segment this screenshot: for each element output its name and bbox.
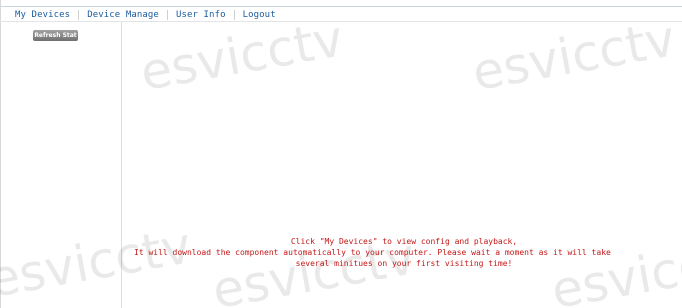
refresh-status-button[interactable]: Refresh Stat	[33, 30, 78, 41]
nav-logout[interactable]: Logout	[243, 8, 276, 22]
message-line-1: Click "My Devices" to view config and pl…	[290, 237, 518, 246]
device-manager-page: My Devices Device Manage User Info Logou…	[0, 0, 682, 308]
watermark-text: esvicctv	[136, 9, 348, 102]
nav-my-devices[interactable]: My Devices	[15, 8, 70, 22]
nav-separator	[78, 10, 80, 20]
top-navigation: My Devices Device Manage User Info Logou…	[15, 8, 276, 22]
message-line-3: several minitues on your first visiting …	[295, 259, 513, 268]
nav-separator	[233, 10, 235, 20]
watermark-text: esvicctv	[468, 9, 680, 102]
nav-separator	[166, 10, 168, 20]
nav-device-manage[interactable]: Device Manage	[87, 8, 159, 22]
download-message: Click "My Devices" to view config and pl…	[126, 236, 682, 269]
nav-user-info[interactable]: User Info	[176, 8, 226, 22]
device-sidebar: Refresh Stat	[0, 22, 122, 308]
top-divider	[0, 6, 682, 7]
message-line-2: It will download the component automatic…	[134, 248, 611, 257]
